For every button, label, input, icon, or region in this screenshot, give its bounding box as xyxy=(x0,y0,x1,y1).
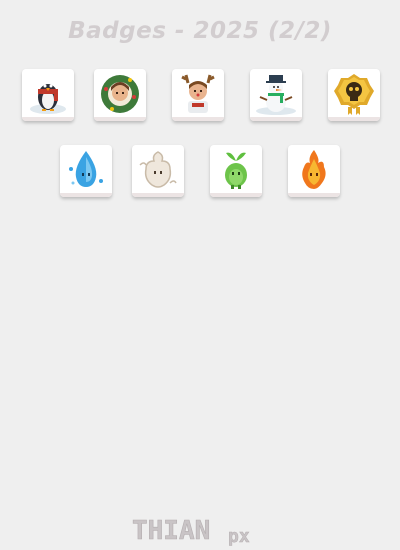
penguin-icon xyxy=(30,84,66,114)
badge-snowman[interactable] xyxy=(250,69,302,121)
page-title: Badges - 2025 (2/2) xyxy=(68,18,332,44)
logo-suffix-text: px xyxy=(228,526,250,546)
reindeer-antlers-portrait-icon xyxy=(181,74,215,113)
wreath-portrait-icon xyxy=(101,75,139,113)
air-spirit-icon xyxy=(139,151,177,188)
badge-water-spirit[interactable] xyxy=(60,145,112,197)
water-spirit-icon xyxy=(69,151,103,187)
gold-skull-icon xyxy=(334,74,374,115)
snowman-icon xyxy=(256,75,296,115)
badge-earth-spirit[interactable] xyxy=(210,145,262,197)
logo-main-text: THIAN xyxy=(132,516,210,546)
fire-spirit-icon xyxy=(302,150,326,189)
earth-sprout-spirit-icon xyxy=(225,152,247,189)
badge-fire-spirit[interactable] xyxy=(288,145,340,197)
badge-gold-skull[interactable] xyxy=(328,69,380,121)
badge-reindeer[interactable] xyxy=(172,69,224,121)
badge-air-spirit[interactable] xyxy=(132,145,184,197)
thianpx-logo: THIAN px xyxy=(0,512,400,550)
badge-wreath[interactable] xyxy=(94,69,146,121)
badge-penguin[interactable] xyxy=(22,69,74,121)
